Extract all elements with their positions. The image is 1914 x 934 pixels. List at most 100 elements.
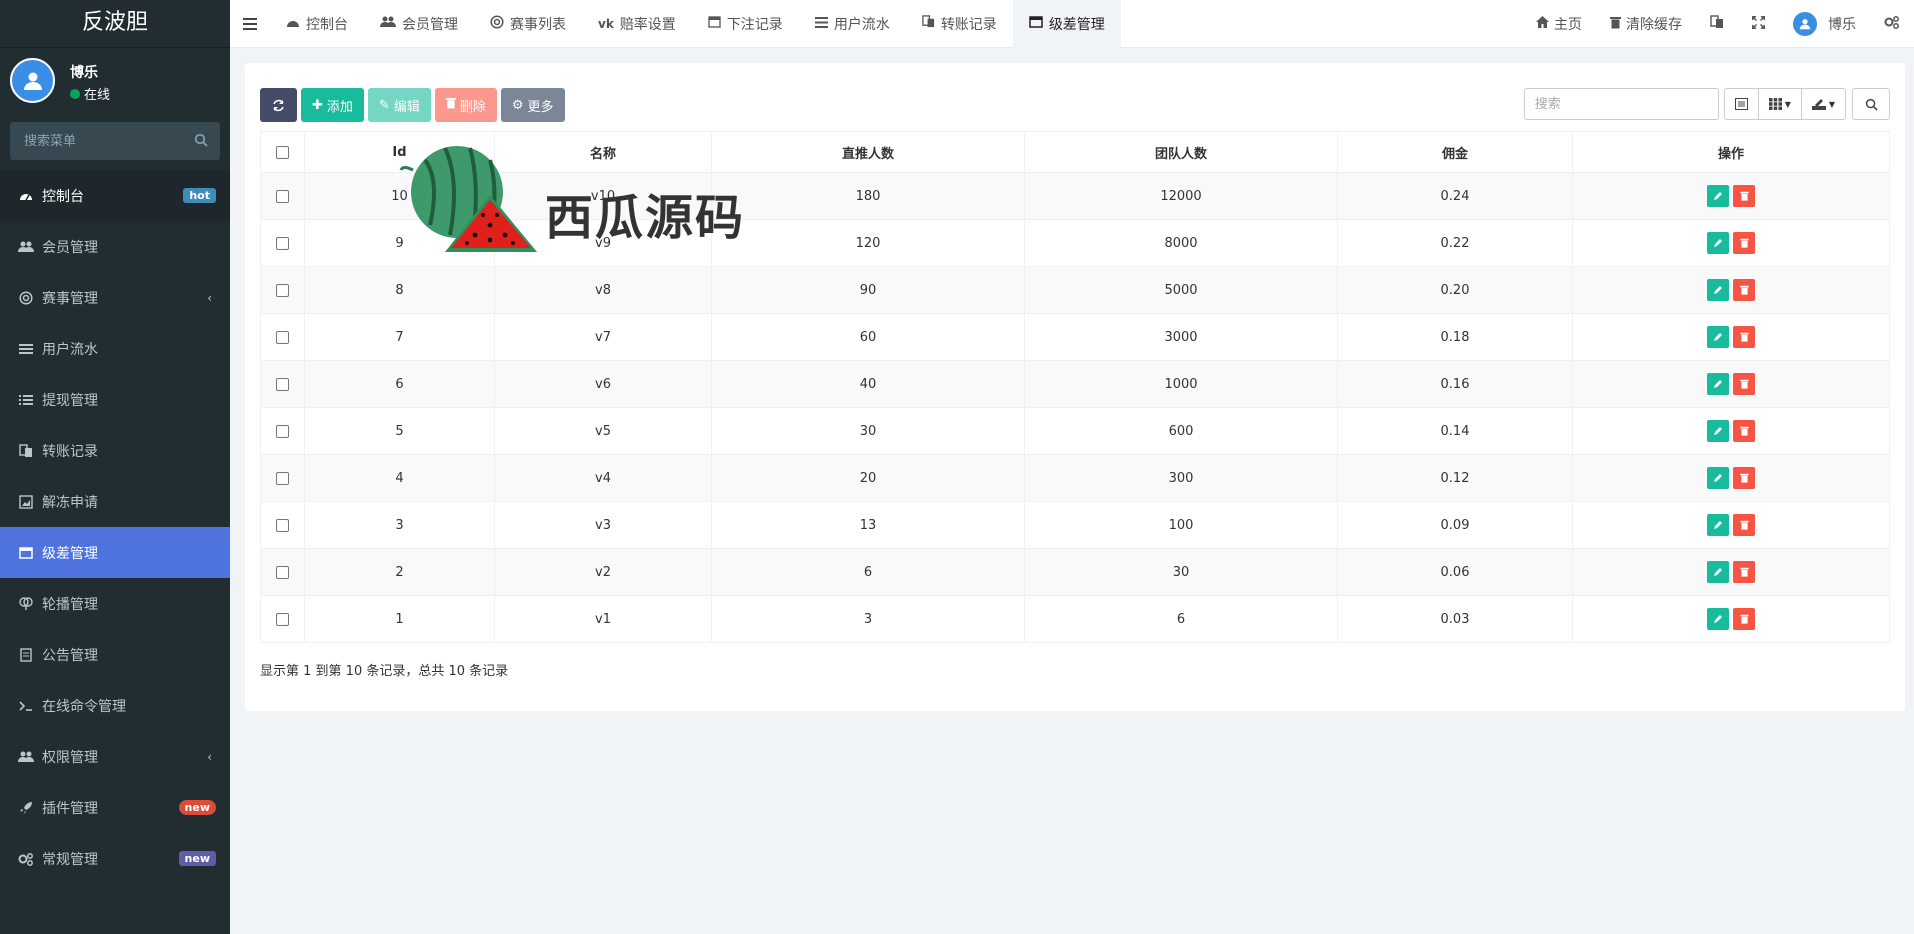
sidebar-item-events[interactable]: 赛事管理 ‹ xyxy=(0,272,230,323)
cell-name: v6 xyxy=(494,360,712,408)
add-button[interactable]: ✚ 添加 xyxy=(301,88,364,122)
sidebar-item-general[interactable]: 常规管理 new xyxy=(0,833,230,884)
row-checkbox[interactable] xyxy=(276,283,289,297)
avatar xyxy=(1793,12,1817,36)
cell-ops xyxy=(1572,548,1890,596)
app-logo[interactable]: 反波胆 xyxy=(0,0,230,48)
columns-button[interactable]: ▼ xyxy=(1757,88,1802,120)
tab-members[interactable]: 会员管理 xyxy=(364,0,474,48)
row-checkbox[interactable] xyxy=(276,189,289,203)
home-link[interactable]: 主页 xyxy=(1522,0,1596,48)
menu-toggle-icon[interactable] xyxy=(230,0,270,48)
row-delete-button[interactable] xyxy=(1733,420,1755,442)
sidebar-item-notice[interactable]: 公告管理 xyxy=(0,629,230,680)
row-delete-button[interactable] xyxy=(1733,279,1755,301)
row-edit-button[interactable] xyxy=(1707,561,1729,583)
row-edit-button[interactable] xyxy=(1707,514,1729,536)
pencil-icon xyxy=(1714,427,1722,435)
clear-cache-button[interactable]: 清除缓存 xyxy=(1596,0,1696,48)
sidebar-item-plugins[interactable]: 插件管理 new xyxy=(0,782,230,833)
sidebar-search-input[interactable] xyxy=(10,122,220,160)
delete-button[interactable]: 删除 xyxy=(434,88,497,122)
tab-level-diff[interactable]: 级差管理 xyxy=(1012,0,1121,48)
select-all-checkbox[interactable] xyxy=(276,145,289,159)
language-toggle[interactable] xyxy=(1696,0,1738,48)
row-delete-button[interactable] xyxy=(1733,185,1755,207)
sidebar-item-withdraw[interactable]: 提现管理 xyxy=(0,374,230,425)
row-checkbox[interactable] xyxy=(276,424,289,438)
sidebar-item-dashboard[interactable]: 控制台 hot xyxy=(0,170,230,221)
more-button[interactable]: ⚙ 更多 xyxy=(500,88,565,122)
row-edit-button[interactable] xyxy=(1707,467,1729,489)
cell-ops xyxy=(1572,454,1890,502)
col-commission[interactable]: 佣金 xyxy=(1337,131,1573,173)
sidebar-item-user-flow[interactable]: 用户流水 xyxy=(0,323,230,374)
sidebar-item-members[interactable]: 会员管理 xyxy=(0,221,230,272)
tab-user-flow[interactable]: 用户流水 xyxy=(799,0,906,48)
table-row: 2 v2 6 30 0.06 xyxy=(260,548,1890,596)
row-delete-button[interactable] xyxy=(1733,232,1755,254)
cell-team: 12000 xyxy=(1024,172,1338,220)
sidebar-item-level-diff[interactable]: 级差管理 xyxy=(0,527,230,578)
cell-id: 3 xyxy=(304,501,495,549)
user-menu[interactable]: 博乐 xyxy=(1779,0,1870,48)
search-button[interactable] xyxy=(1852,88,1890,120)
table-search-input[interactable] xyxy=(1523,88,1719,120)
row-delete-button[interactable] xyxy=(1733,373,1755,395)
row-checkbox[interactable] xyxy=(276,518,289,532)
pencil-icon xyxy=(1714,333,1722,341)
tab-event-list[interactable]: 赛事列表 xyxy=(474,0,582,48)
row-checkbox[interactable] xyxy=(276,330,289,344)
row-edit-button[interactable] xyxy=(1707,279,1729,301)
col-id[interactable]: Id xyxy=(304,131,495,173)
users-icon xyxy=(18,239,34,255)
sidebar-item-transfer[interactable]: 转账记录 xyxy=(0,425,230,476)
pencil-icon xyxy=(1714,380,1722,388)
row-checkbox[interactable] xyxy=(276,471,289,485)
cell-direct: 3 xyxy=(711,595,1025,643)
row-edit-button[interactable] xyxy=(1707,373,1729,395)
row-checkbox[interactable] xyxy=(276,612,289,626)
search-icon[interactable] xyxy=(194,133,208,151)
sidebar-item-auth[interactable]: 权限管理 ‹ xyxy=(0,731,230,782)
select-all-cell xyxy=(260,131,305,173)
tab-odds[interactable]: vk 赔率设置 xyxy=(582,0,692,48)
row-checkbox[interactable] xyxy=(276,565,289,579)
col-name[interactable]: 名称 xyxy=(494,131,712,173)
col-direct[interactable]: 直推人数 xyxy=(711,131,1025,173)
row-edit-button[interactable] xyxy=(1707,185,1729,207)
toggle-view-button[interactable] xyxy=(1723,88,1759,120)
row-edit-button[interactable] xyxy=(1707,326,1729,348)
sidebar-item-unfreeze[interactable]: 解冻申请 xyxy=(0,476,230,527)
row-delete-button[interactable] xyxy=(1733,514,1755,536)
col-team[interactable]: 团队人数 xyxy=(1024,131,1338,173)
settings-toggle[interactable] xyxy=(1870,0,1914,48)
row-edit-button[interactable] xyxy=(1707,608,1729,630)
row-delete-button[interactable] xyxy=(1733,326,1755,348)
sidebar-item-command[interactable]: 在线命令管理 xyxy=(0,680,230,731)
row-edit-button[interactable] xyxy=(1707,420,1729,442)
fullscreen-toggle[interactable] xyxy=(1738,0,1779,48)
sidebar: 反波胆 博乐 在线 控制台 hot 会员管理 赛事管理 ‹ 用户流水 xyxy=(0,0,230,934)
edit-button[interactable]: ✎ 编辑 xyxy=(367,88,431,122)
row-edit-button[interactable] xyxy=(1707,232,1729,254)
row-delete-button[interactable] xyxy=(1733,467,1755,489)
cell-ops xyxy=(1572,501,1890,549)
tab-bet-records[interactable]: 下注记录 xyxy=(692,0,799,48)
tab-transfer[interactable]: 转账记录 xyxy=(906,0,1013,48)
table-row: 6 v6 40 1000 0.16 xyxy=(260,360,1890,408)
row-checkbox[interactable] xyxy=(276,236,289,250)
calendar-icon xyxy=(708,15,721,32)
row-checkbox[interactable] xyxy=(276,377,289,391)
trash-icon xyxy=(1739,332,1749,342)
trash-icon xyxy=(1739,285,1749,295)
sidebar-item-carousel[interactable]: 轮播管理 xyxy=(0,578,230,629)
row-delete-button[interactable] xyxy=(1733,608,1755,630)
export-button[interactable]: ▼ xyxy=(1800,88,1846,120)
table-row: 8 v8 90 5000 0.20 xyxy=(260,266,1890,314)
pencil-icon xyxy=(1714,192,1722,200)
row-delete-button[interactable] xyxy=(1733,561,1755,583)
tab-dashboard[interactable]: 控制台 xyxy=(270,0,364,48)
refresh-button[interactable] xyxy=(260,88,297,122)
row-select-cell xyxy=(260,454,305,502)
